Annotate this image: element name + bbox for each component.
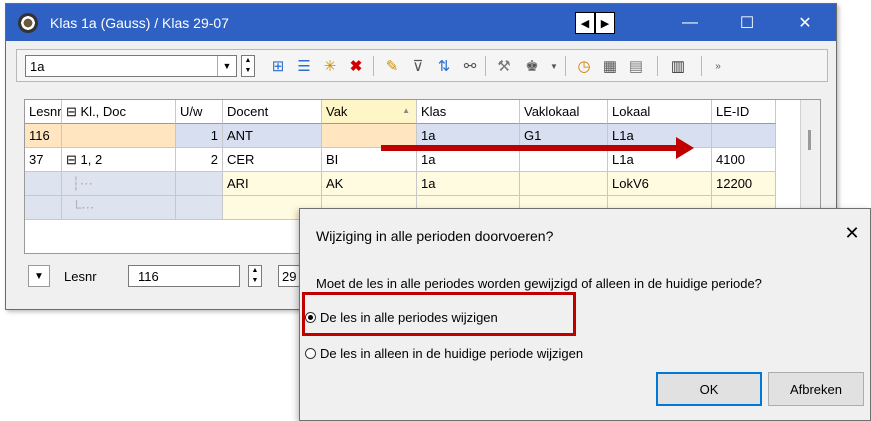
col-header-uw[interactable]: U/w <box>176 100 223 124</box>
new-icon[interactable]: ✳ <box>319 55 341 77</box>
chevron-down-icon[interactable]: ▼ <box>543 55 565 77</box>
cell-lesnr[interactable] <box>25 172 62 196</box>
edit-icon[interactable]: ✎ <box>381 55 403 77</box>
radio-all-periods-label: De les in alle periodes wijzigen <box>320 310 498 325</box>
toolbar-separator <box>565 56 566 76</box>
cell-klas[interactable]: 1a <box>417 172 520 196</box>
close-button[interactable]: ✕ <box>776 4 834 41</box>
col-header-kl-doc[interactable]: ⊟ Kl., Doc <box>62 100 176 124</box>
cell-uw[interactable] <box>176 172 223 196</box>
cell-lesnr[interactable]: 37 <box>25 148 62 172</box>
cell-docent[interactable]: CER <box>223 148 322 172</box>
lesnr-field[interactable]: 116 <box>128 265 240 287</box>
col-header-vak-label: Vak <box>326 104 348 119</box>
cell-lokaal[interactable]: L1a <box>608 148 712 172</box>
link-icon[interactable]: ⚯ <box>459 55 481 77</box>
chevron-down-icon[interactable]: ▼ <box>217 56 236 76</box>
close-icon[interactable]: ✕ <box>842 223 862 245</box>
cell-vaklokaal[interactable] <box>520 172 608 196</box>
annotation-arrow-head <box>676 137 694 159</box>
radio-unselected-icon[interactable] <box>305 348 316 359</box>
radio-all-periods[interactable]: De les in alle periodes wijzigen <box>305 310 498 325</box>
cell-lesnr[interactable]: 116 <box>25 124 62 148</box>
cell-vaklokaal[interactable] <box>520 148 608 172</box>
collapse-icon[interactable]: ⊟ <box>66 152 81 167</box>
window-title: Klas 1a (Gauss) / Klas 29-07 <box>50 15 229 31</box>
cell-uw[interactable]: 1 <box>176 124 223 148</box>
cell-le-id[interactable]: 4100 <box>712 148 776 172</box>
nav-prev-button[interactable]: ◀ <box>575 12 595 34</box>
class-combo-value: 1a <box>30 59 45 74</box>
col-header-lokaal[interactable]: Lokaal <box>608 100 712 124</box>
cell-uw[interactable] <box>176 196 223 220</box>
confirm-dialog: Wijziging in alle perioden doorvoeren? ✕… <box>299 208 871 421</box>
class-spinner[interactable]: ▲ ▼ <box>241 55 255 77</box>
list-icon[interactable]: ☰ <box>293 55 315 77</box>
col-header-le-id[interactable]: LE-ID <box>712 100 776 124</box>
teacher-icon[interactable]: ♚ <box>521 55 543 77</box>
cell-kl-doc[interactable]: ┆⋯ <box>62 172 176 196</box>
lesnr-spinner[interactable]: ▲ ▼ <box>248 265 262 287</box>
cell-docent[interactable]: ARI <box>223 172 322 196</box>
calendar-icon[interactable]: ▦ <box>599 55 621 77</box>
nav-buttons: ◀ ▶ <box>575 12 615 34</box>
chevron-down-icon[interactable]: ▼ <box>28 265 50 287</box>
tree-line-icon: └⋯ <box>72 200 95 215</box>
nav-next-button[interactable]: ▶ <box>595 12 615 34</box>
col-header-vak[interactable]: Vak ▲ <box>322 100 417 124</box>
cell-kl-doc-value: 1, 2 <box>80 152 103 167</box>
cancel-button[interactable]: Afbreken <box>768 372 864 406</box>
toolbar: 1a ▼ ▲ ▼ ⊞ ☰ ✳ ✖ ✎ ⊽ ⇅ ⚯ ⚒ ♚ ▼ ◷ ▦ ▤ ▥ » <box>16 49 828 82</box>
cell-uw[interactable]: 2 <box>176 148 223 172</box>
col-header-klas[interactable]: Klas <box>417 100 520 124</box>
cell-lokaal[interactable]: LokV6 <box>608 172 712 196</box>
cell-klas[interactable]: 1a <box>417 148 520 172</box>
ok-button[interactable]: OK <box>656 372 762 406</box>
class-combo[interactable]: 1a ▼ <box>25 55 237 77</box>
scrollbar-thumb[interactable] <box>808 130 811 150</box>
tree-line-icon: ┆⋯ <box>72 176 93 191</box>
col-header-lesnr[interactable]: Lesnr <box>25 100 62 124</box>
cell-vak[interactable]: AK <box>322 172 417 196</box>
collapse-icon[interactable]: ⊟ <box>66 104 81 119</box>
app-icon <box>18 13 38 33</box>
grid-icon[interactable]: ▤ <box>625 55 647 77</box>
radio-current-period-label: De les in alleen in de huidige periode w… <box>320 346 584 361</box>
cell-vak[interactable]: BI <box>322 148 417 172</box>
sort-asc-icon: ▲ <box>402 106 410 115</box>
cell-lesnr[interactable] <box>25 196 62 220</box>
toolbar-separator <box>373 56 374 76</box>
tools-icon[interactable]: ⚒ <box>493 55 515 77</box>
col-header-vaklokaal[interactable]: Vaklokaal <box>520 100 608 124</box>
layout-icon[interactable]: ▥ <box>667 55 689 77</box>
overflow-icon[interactable]: » <box>707 55 729 77</box>
maximize-button[interactable]: ☐ <box>718 4 776 41</box>
dialog-title: Wijziging in alle perioden doorvoeren? <box>316 228 554 244</box>
cell-kl-doc[interactable]: └⋯ <box>62 196 176 220</box>
radio-current-period[interactable]: De les in alleen in de huidige periode w… <box>305 346 583 361</box>
lesnr-label: Lesnr <box>64 269 97 284</box>
minimize-button[interactable]: — <box>661 4 719 41</box>
sort-icon[interactable]: ⇅ <box>433 55 455 77</box>
table-icon[interactable]: ⊞ <box>267 55 289 77</box>
annotation-arrow-shaft <box>381 145 678 151</box>
cell-kl-doc[interactable]: ⊟ 1, 2 <box>62 148 176 172</box>
cell-kl-doc[interactable] <box>62 124 176 148</box>
cell-docent[interactable]: ANT <box>223 124 322 148</box>
col-header-docent[interactable]: Docent <box>223 100 322 124</box>
toolbar-separator <box>701 56 702 76</box>
radio-selected-icon[interactable] <box>305 312 316 323</box>
cell-le-id[interactable] <box>712 124 776 148</box>
toolbar-separator <box>657 56 658 76</box>
delete-icon[interactable]: ✖ <box>345 55 367 77</box>
filter-icon[interactable]: ⊽ <box>407 55 429 77</box>
col-header-kl-doc-label: Kl., Doc <box>80 104 127 119</box>
toolbar-separator <box>485 56 486 76</box>
dialog-message: Moet de les in alle periodes worden gewi… <box>316 276 762 291</box>
title-bar[interactable]: Klas 1a (Gauss) / Klas 29-07 ◀ ▶ — ☐ ✕ <box>6 4 836 41</box>
cell-le-id[interactable]: 12200 <box>712 172 776 196</box>
clock-icon[interactable]: ◷ <box>573 55 595 77</box>
